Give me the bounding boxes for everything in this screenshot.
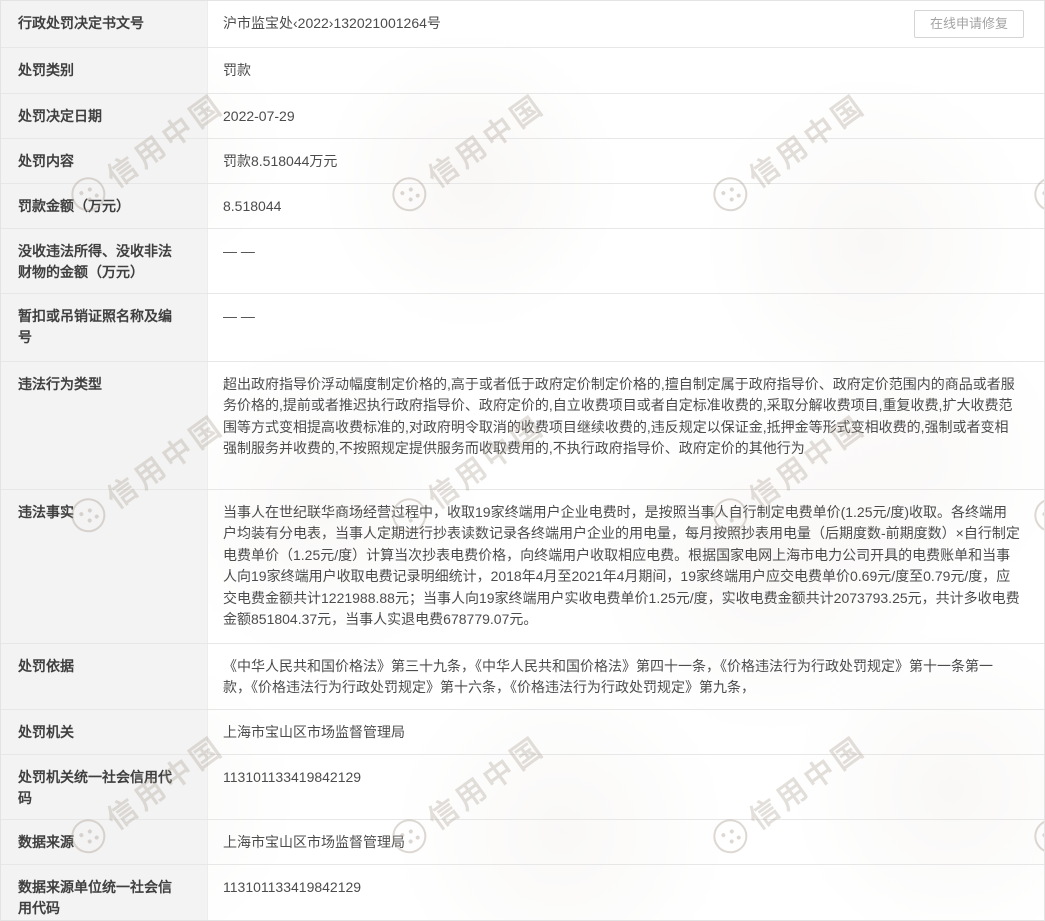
field-value: 超出政府指导价浮动幅度制定价格的,高于或者低于政府定价制定价格的,擅自制定属于政… [208, 362, 1044, 489]
field-value-text: 罚款8.518044万元 [223, 153, 337, 169]
field-label-text: 数据来源单位统一社会信用代码 [18, 879, 172, 916]
field-label: 罚款金额（万元） [1, 184, 208, 228]
field-label: 处罚机关统一社会信用代码 [1, 755, 208, 819]
field-value-text: 113101133419842129 [223, 769, 361, 785]
field-value: 沪市监宝处‹2022›132021001264号 在线申请修复 [208, 1, 1044, 47]
field-label: 没收违法所得、没收非法财物的金额（万元） [1, 229, 208, 293]
field-label-text: 违法事实 [18, 504, 74, 520]
field-value: 《中华人民共和国价格法》第三十九条，《中华人民共和国价格法》第四十一条，《价格违… [208, 644, 1044, 709]
field-value-text: — — [223, 308, 255, 324]
field-label-text: 处罚内容 [18, 153, 74, 169]
row-penalty-content: 处罚内容 罚款8.518044万元 [1, 138, 1044, 183]
field-value: 113101133419842129 [208, 755, 1044, 819]
row-violation-type: 违法行为类型 超出政府指导价浮动幅度制定价格的,高于或者低于政府定价制定价格的,… [1, 361, 1044, 489]
field-value-text: 罚款 [223, 62, 251, 78]
field-value: 上海市宝山区市场监督管理局 [208, 820, 1044, 864]
field-value: 罚款8.518044万元 [208, 139, 1044, 183]
field-label-text: 处罚依据 [18, 658, 74, 674]
field-value-text: 2022-07-29 [223, 108, 295, 124]
row-license-revocation: 暂扣或吊销证照名称及编号 — — [1, 293, 1044, 361]
field-value: 113101133419842129 [208, 865, 1044, 921]
field-value-text: 上海市宝山区市场监督管理局 [223, 834, 405, 850]
field-value: 当事人在世纪联华商场经营过程中，收取19家终端用户企业电费时，是按照当事人自行制… [208, 490, 1044, 643]
field-value: 罚款 [208, 48, 1044, 93]
field-label: 数据来源单位统一社会信用代码 [1, 865, 208, 921]
row-penalty-authority: 处罚机关 上海市宝山区市场监督管理局 [1, 709, 1044, 754]
field-label: 数据来源 [1, 820, 208, 864]
row-violation-facts: 违法事实 当事人在世纪联华商场经营过程中，收取19家终端用户企业电费时，是按照当… [1, 489, 1044, 643]
field-value-text: 当事人在世纪联华商场经营过程中，收取19家终端用户企业电费时，是按照当事人自行制… [223, 504, 1020, 628]
field-label-text: 处罚机关统一社会信用代码 [18, 769, 172, 806]
field-label: 违法行为类型 [1, 362, 208, 489]
field-label: 违法事实 [1, 490, 208, 643]
field-label-text: 处罚机关 [18, 724, 74, 740]
field-value: — — [208, 229, 1044, 293]
field-label-text: 处罚类别 [18, 62, 74, 78]
row-penalty-basis: 处罚依据 《中华人民共和国价格法》第三十九条，《中华人民共和国价格法》第四十一条… [1, 643, 1044, 709]
field-value-text: 超出政府指导价浮动幅度制定价格的,高于或者低于政府定价制定价格的,擅自制定属于政… [223, 376, 1015, 457]
field-label-text: 处罚决定日期 [18, 108, 102, 124]
penalty-record-table: 行政处罚决定书文号 沪市监宝处‹2022›132021001264号 在线申请修… [0, 0, 1045, 921]
field-value-text: — — [223, 243, 255, 259]
row-decision-date: 处罚决定日期 2022-07-29 [1, 93, 1044, 138]
field-label: 行政处罚决定书文号 [1, 1, 208, 47]
field-value: 2022-07-29 [208, 94, 1044, 138]
row-document-number: 行政处罚决定书文号 沪市监宝处‹2022›132021001264号 在线申请修… [1, 1, 1044, 47]
field-label-text: 违法行为类型 [18, 376, 102, 392]
field-label: 处罚机关 [1, 710, 208, 754]
field-label-text: 罚款金额（万元） [18, 198, 130, 214]
row-data-source: 数据来源 上海市宝山区市场监督管理局 [1, 819, 1044, 864]
field-label: 处罚依据 [1, 644, 208, 709]
field-value-text: 上海市宝山区市场监督管理局 [223, 724, 405, 740]
field-label-text: 没收违法所得、没收非法财物的金额（万元） [18, 243, 172, 280]
row-source-credit-code: 数据来源单位统一社会信用代码 113101133419842129 [1, 864, 1044, 921]
field-label-text: 行政处罚决定书文号 [18, 15, 144, 31]
online-repair-button[interactable]: 在线申请修复 [914, 10, 1024, 38]
field-label: 暂扣或吊销证照名称及编号 [1, 294, 208, 361]
field-value: — — [208, 294, 1044, 361]
field-label-text: 暂扣或吊销证照名称及编号 [18, 308, 172, 345]
field-label: 处罚决定日期 [1, 94, 208, 138]
field-value-text: 113101133419842129 [223, 879, 361, 895]
field-label-text: 数据来源 [18, 834, 74, 850]
row-confiscation-amount: 没收违法所得、没收非法财物的金额（万元） — — [1, 228, 1044, 293]
field-value-text: 8.518044 [223, 198, 281, 214]
field-value-text: 沪市监宝处‹2022›132021001264号 [223, 15, 441, 31]
field-label: 处罚类别 [1, 48, 208, 93]
row-penalty-type: 处罚类别 罚款 [1, 47, 1044, 93]
field-value: 8.518044 [208, 184, 1044, 228]
row-authority-credit-code: 处罚机关统一社会信用代码 113101133419842129 [1, 754, 1044, 819]
field-label: 处罚内容 [1, 139, 208, 183]
field-value: 上海市宝山区市场监督管理局 [208, 710, 1044, 754]
field-value-text: 《中华人民共和国价格法》第三十九条，《中华人民共和国价格法》第四十一条，《价格违… [223, 658, 993, 696]
row-fine-amount: 罚款金额（万元） 8.518044 [1, 183, 1044, 228]
